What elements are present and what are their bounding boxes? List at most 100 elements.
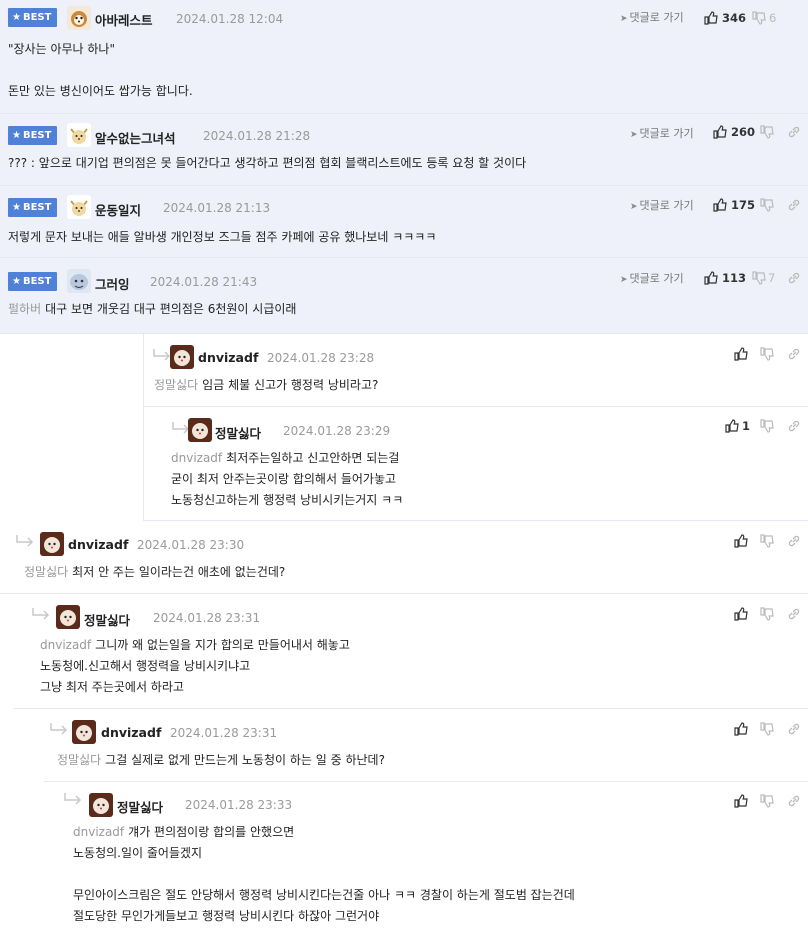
comment-line: 돈만 있는 병신이어도 쌉가능 합니다. [8, 84, 193, 98]
username[interactable]: dnvizadf [198, 350, 258, 365]
comment-line: 그냥 최저 주는곳에서 하라고 [40, 680, 184, 694]
thumbs-up-icon[interactable] [734, 347, 748, 361]
goto-comment-link[interactable]: ➤ 댓글로 가기 [620, 9, 684, 25]
thumbs-down-icon[interactable] [752, 11, 766, 25]
mention-name[interactable]: 펄하버 [8, 302, 41, 316]
goto-comment-label: 댓글로 가기 [639, 199, 694, 212]
goto-comment-label: 댓글로 가기 [629, 272, 684, 285]
link-icon[interactable] [787, 271, 801, 285]
username[interactable]: 알수없는그녀석 [95, 128, 176, 147]
avatar[interactable] [188, 418, 212, 442]
comment-date: 2024.01.28 23:33 [185, 798, 293, 812]
comment-line: 노동청의.일이 줄어들겠지 [73, 846, 203, 860]
thumbs-up-icon[interactable] [734, 722, 748, 736]
link-icon[interactable] [787, 419, 801, 433]
reply-arrow-icon [64, 793, 82, 805]
comment-line: dnvizadf 최저주는일하고 신고안하면 되는걸 [171, 448, 399, 470]
link-icon[interactable] [787, 198, 801, 212]
link-icon[interactable] [787, 722, 801, 736]
thumbs-up-icon[interactable] [725, 419, 739, 433]
thumbs-down-icon[interactable] [760, 534, 774, 548]
thumbs-up-icon[interactable] [734, 794, 748, 808]
comment-item: ★ BEST 알수없는그녀석 2024.01.28 21:28 ➤ 댓글로 가기 2… [0, 114, 808, 186]
avatar[interactable] [56, 605, 80, 629]
avatar[interactable] [67, 195, 91, 219]
avatar[interactable] [67, 123, 91, 147]
thumbs-down-icon[interactable] [760, 607, 774, 621]
comment-date: 2024.01.28 23:28 [267, 351, 375, 365]
link-icon[interactable] [787, 125, 801, 139]
thumbs-down-icon[interactable] [760, 419, 774, 433]
thumbs-down-icon[interactable] [760, 347, 774, 361]
thumbs-up-icon[interactable] [713, 198, 727, 212]
comment-line: 굳이 최저 안주는곳이랑 합의해서 들어가놓고 [171, 472, 397, 486]
comment-line: 정말싫다 최저 안 주는 일이라는건 애초에 없는건데? [24, 562, 285, 584]
username[interactable]: 정말싫다 [117, 797, 163, 816]
best-label: BEST [22, 130, 52, 141]
send-arrow-icon: ➤ [620, 14, 628, 24]
comment-text: 최저 안 주는 일이라는건 애초에 없는건데? [72, 565, 286, 579]
mention-name[interactable]: dnvizadf [40, 638, 91, 652]
thumbs-down-icon[interactable] [760, 794, 774, 808]
comment-line: 노동청에.신고해서 행정력을 낭비시키냐고 [40, 659, 251, 673]
best-badge: ★ BEST [8, 272, 57, 291]
username[interactable]: dnvizadf [68, 537, 128, 552]
link-icon[interactable] [787, 534, 801, 548]
avatar[interactable] [67, 269, 91, 293]
best-label: BEST [22, 276, 52, 287]
goto-comment-link[interactable]: ➤ 댓글로 가기 [630, 125, 694, 141]
star-icon: ★ [12, 202, 21, 213]
send-arrow-icon: ➤ [630, 202, 638, 212]
link-icon[interactable] [787, 794, 801, 808]
avatar[interactable] [170, 345, 194, 369]
goto-comment-link[interactable]: ➤ 댓글로 가기 [630, 197, 694, 213]
mention-name[interactable]: 정말싫다 [24, 565, 68, 579]
upvote-count: 260 [731, 125, 756, 139]
reply-item: dnvizadf 2024.01.28 23:30 정말싫다 최저 안 주는 일이… [0, 521, 808, 594]
username[interactable]: 아바레스트 [95, 10, 153, 29]
thumbs-up-icon[interactable] [704, 271, 718, 285]
link-icon[interactable] [787, 607, 801, 621]
avatar[interactable] [40, 532, 64, 556]
username[interactable]: dnvizadf [101, 725, 161, 740]
mention-name[interactable]: 정말싫다 [154, 378, 198, 392]
goto-comment-label: 댓글로 가기 [639, 127, 694, 140]
reply-arrow-icon [50, 723, 68, 735]
thumbs-up-icon[interactable] [734, 607, 748, 621]
comment-line: 무인아이스크림은 절도 안당해서 행정력 낭비시킨다는건줄 아나 ㅋㅋ 경찰이 … [73, 888, 575, 902]
comment-item: ★ BEST 아바레스트 2024.01.28 12:04 ➤ 댓글로 가기 346… [0, 0, 808, 114]
thumbs-up-icon[interactable] [704, 11, 718, 25]
goto-comment-link[interactable]: ➤ 댓글로 가기 [620, 270, 684, 286]
comment-date: 2024.01.28 23:29 [283, 424, 391, 438]
avatar[interactable] [89, 793, 113, 817]
username[interactable]: 운동일지 [95, 200, 141, 219]
mention-name[interactable]: dnvizadf [171, 451, 222, 465]
comment-text: 그니까 왜 없는일을 지가 합의로 만들어내서 해놓고 [95, 638, 350, 652]
comment-date: 2024.01.28 23:31 [170, 726, 278, 740]
send-arrow-icon: ➤ [620, 275, 628, 285]
reply-item: dnvizadf 2024.01.28 23:31 정말싫다 그걸 실제로 없게 … [44, 709, 808, 782]
upvote-count: 346 [722, 11, 747, 25]
username[interactable]: 정말싫다 [84, 610, 130, 629]
comment-line: 절도당한 무인가게들보고 행정력 낭비시킨다 하잖아 그런거야 [73, 909, 380, 923]
thumbs-down-icon[interactable] [760, 125, 774, 139]
username[interactable]: 그러잉 [95, 274, 130, 293]
mention-name[interactable]: 정말싫다 [57, 753, 101, 767]
username[interactable]: 정말싫다 [215, 423, 261, 442]
comment-line: 펄하버 대구 보면 개웃김 대구 편의점은 6천원이 시급이래 [8, 299, 296, 321]
thumbs-up-icon[interactable] [713, 125, 727, 139]
comment-date: 2024.01.28 21:28 [203, 129, 311, 143]
best-label: BEST [22, 12, 52, 23]
thumbs-down-icon[interactable] [760, 198, 774, 212]
avatar[interactable] [72, 720, 96, 744]
comment-item: ★ BEST 그러잉 2024.01.28 21:43 ➤ 댓글로 가기 113 7… [0, 258, 808, 334]
thumbs-down-icon[interactable] [760, 722, 774, 736]
avatar[interactable] [67, 6, 91, 30]
comment-line: ??? : 앞으로 대기업 편의점은 못 들어간다고 생각하고 편의점 협회 블… [8, 156, 527, 170]
mention-name[interactable]: dnvizadf [73, 825, 124, 839]
thumbs-down-icon[interactable] [752, 271, 766, 285]
best-badge: ★ BEST [8, 126, 57, 145]
thumbs-up-icon[interactable] [734, 534, 748, 548]
comment-date: 2024.01.28 23:31 [153, 611, 261, 625]
link-icon[interactable] [787, 347, 801, 361]
